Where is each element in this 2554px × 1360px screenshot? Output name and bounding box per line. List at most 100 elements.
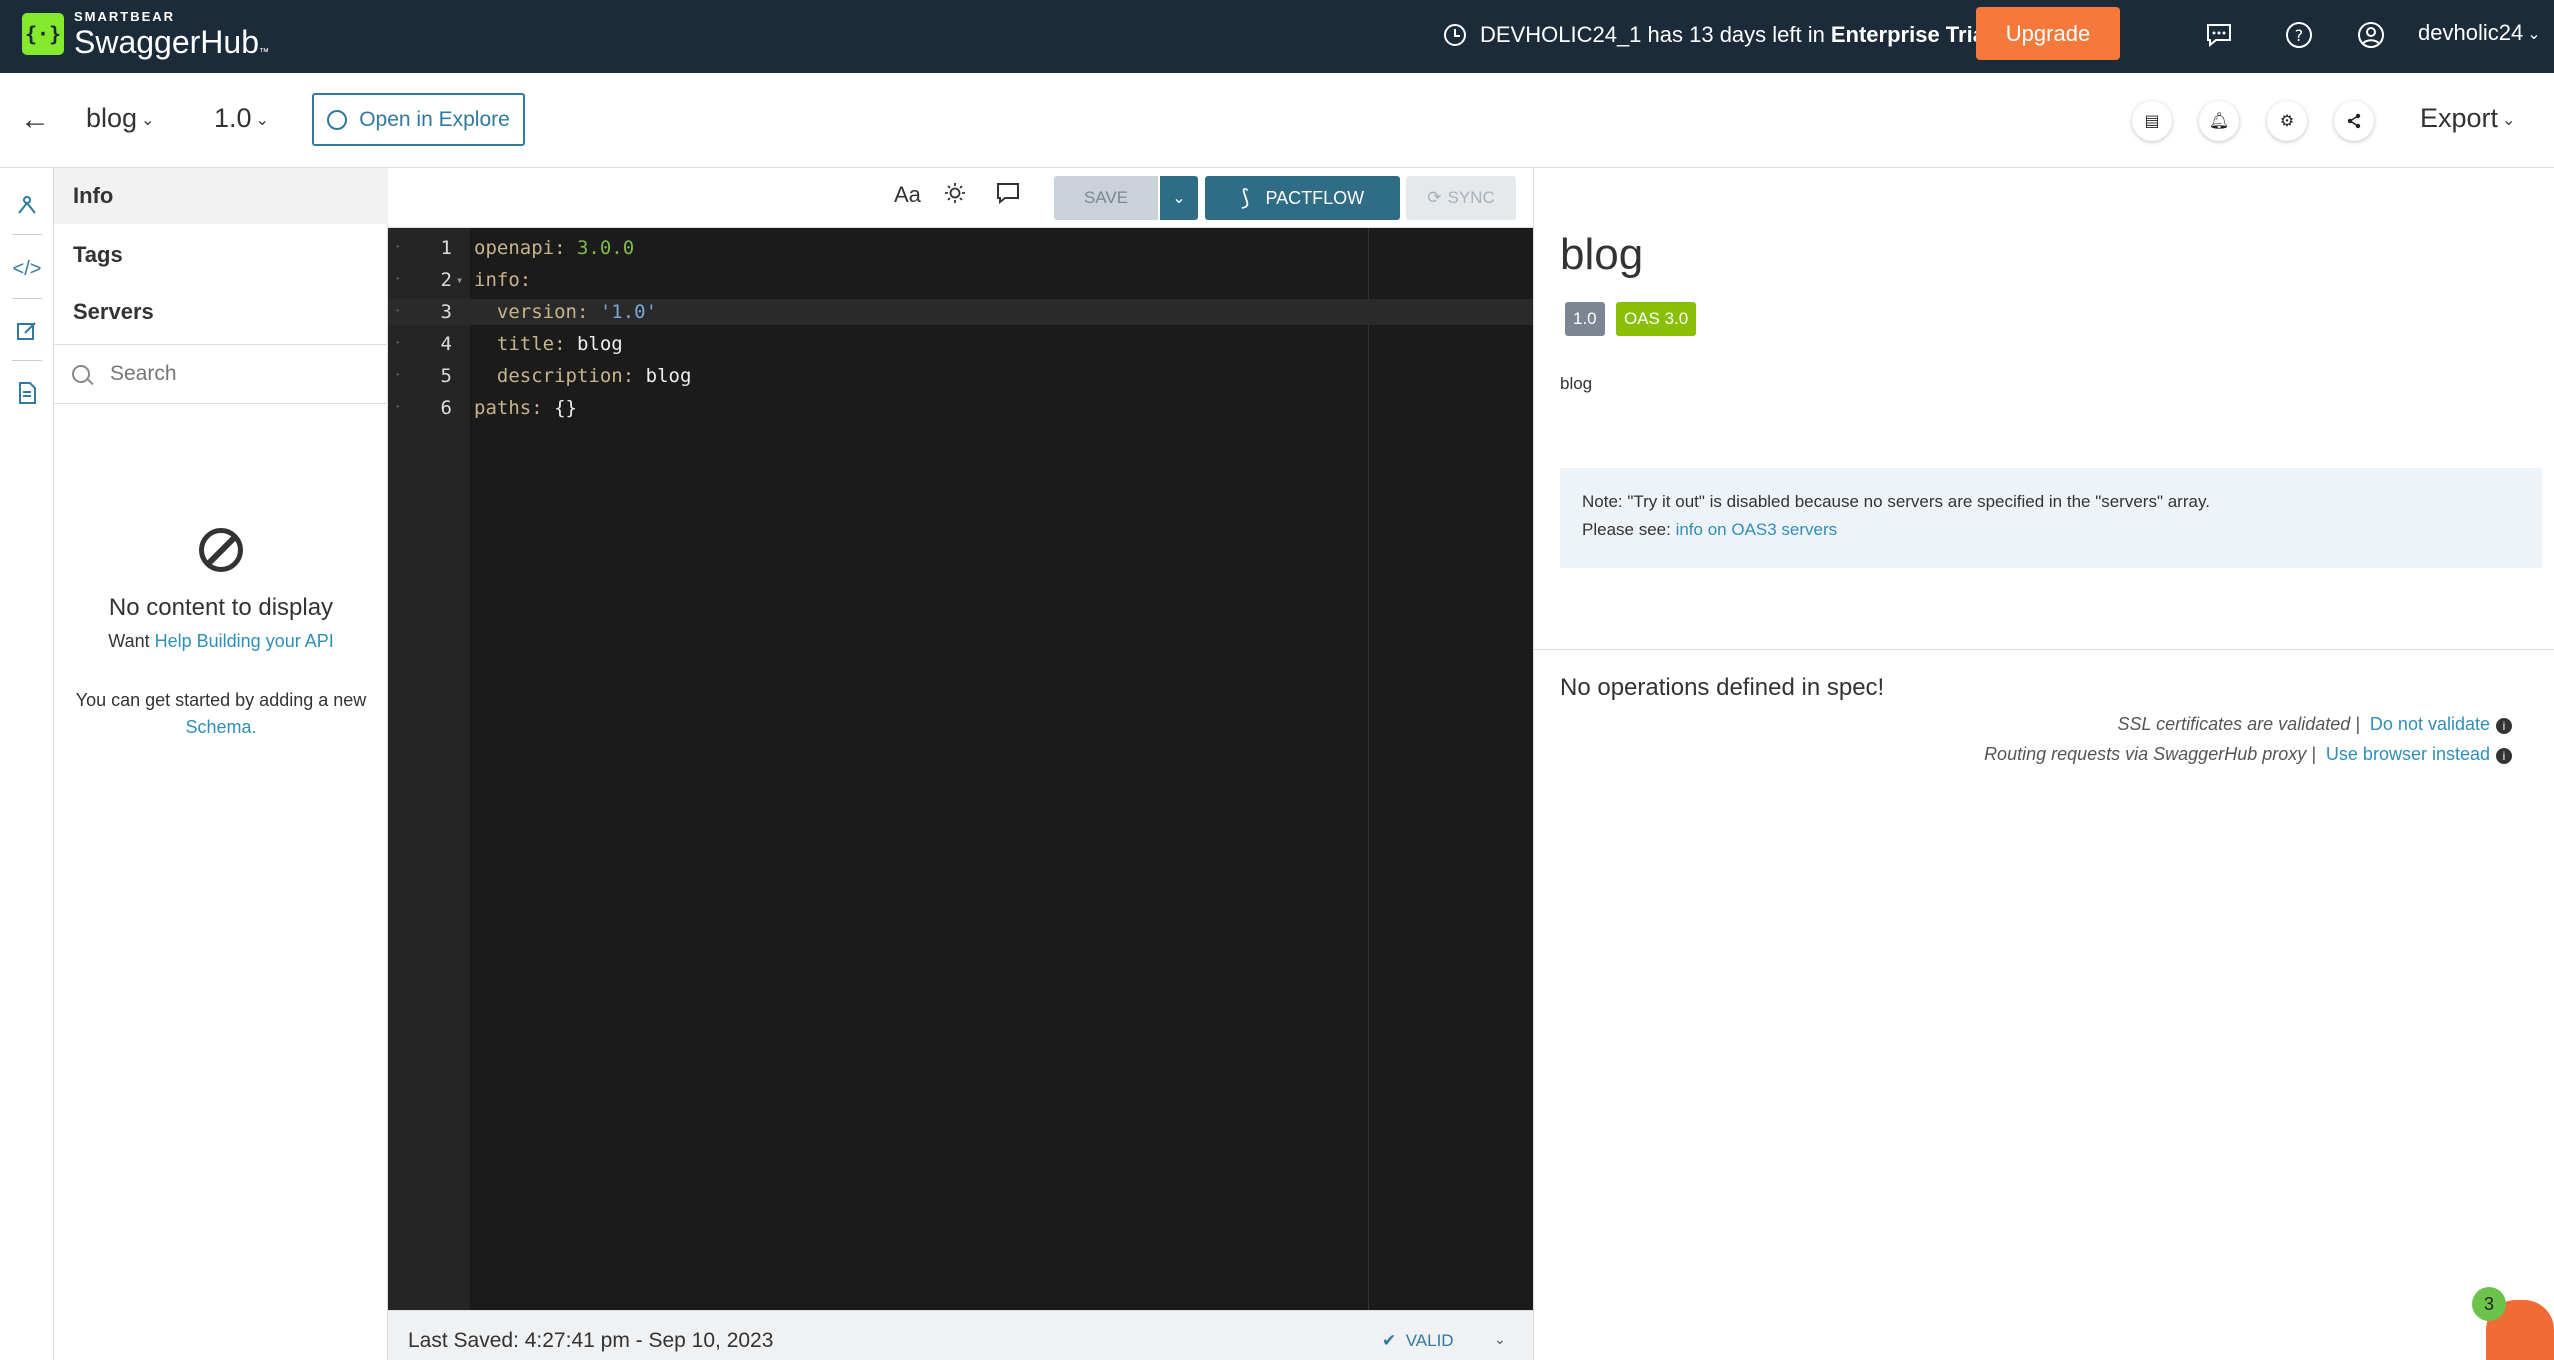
navigation-panel: Info Tags Servers No content to display … (54, 168, 388, 1360)
pactflow-button[interactable]: ⟆ PACTFLOW (1205, 176, 1400, 220)
nav-item-info[interactable]: Info (54, 168, 388, 224)
schema-link[interactable]: Schema (185, 717, 251, 737)
font-size-button[interactable]: Aa (894, 182, 921, 208)
export-menu[interactable]: Export ⌄ (2420, 103, 2515, 134)
search-icon (72, 365, 90, 383)
trial-text: DEVHOLIC24_1 has 13 days left in (1480, 22, 1825, 47)
svg-text:?: ? (2295, 26, 2304, 45)
api-name-dropdown[interactable]: blog ⌄ (86, 103, 154, 134)
code-line[interactable]: ⁺ 2 ▾ info: (388, 267, 1533, 293)
clock-icon (1444, 24, 1466, 46)
yaml-key: description: (496, 365, 635, 387)
version-badge: 1.0 (1565, 302, 1605, 336)
save-options-dropdown[interactable]: ⌄ (1160, 176, 1198, 220)
search-input[interactable] (110, 362, 370, 386)
pactflow-icon: ⟆ (1240, 185, 1250, 210)
design-icon[interactable] (14, 192, 40, 218)
chevron-down-icon: ⌄ (141, 111, 155, 129)
yaml-value: '1.0' (599, 301, 658, 323)
swaggerhub-logo-icon: {·} (22, 13, 64, 55)
nav-item-servers[interactable]: Servers (54, 284, 388, 340)
yaml-value: blog (645, 365, 692, 387)
editor-toolbar: Aa SAVE ⌄ ⟆ PACTFLOW ⟳ SYNC (388, 168, 1533, 228)
api-version-dropdown[interactable]: 1.0 ⌄ (214, 103, 269, 134)
do-not-validate-link[interactable]: Do not validate (2370, 714, 2490, 734)
upgrade-button[interactable]: Upgrade (1976, 7, 2120, 60)
no-operations-text: No operations defined in spec! (1560, 674, 1885, 701)
nav-search (54, 344, 388, 404)
servers-note: Note: "Try it out" is disabled because n… (1560, 468, 2542, 568)
validation-status[interactable]: ✔ VALID (1382, 1331, 1454, 1351)
top-navbar: {·} SMARTBEAR SwaggerHub™ DEVHOLIC24_1 h… (0, 0, 2554, 73)
user-avatar-icon[interactable] (2356, 20, 2386, 50)
code-icon[interactable]: </> (13, 256, 42, 282)
oas3-servers-link[interactable]: info on OAS3 servers (1676, 520, 1838, 539)
gear-icon[interactable]: ⚙ (2267, 101, 2307, 141)
api-description: blog (1560, 374, 1593, 393)
code-line[interactable]: ⁺ 4 title: blog (388, 331, 1533, 357)
comment-icon[interactable] (996, 182, 1020, 210)
sync-icon: ⟳ (1427, 188, 1442, 207)
yaml-key: version: (496, 301, 589, 323)
yaml-key: title: (496, 333, 566, 355)
trial-plan: Enterprise Trial (1830, 22, 1992, 47)
sync-button[interactable]: ⟳ SYNC (1406, 176, 1516, 220)
username-menu[interactable]: devholic24 ⌄ (2418, 20, 2541, 46)
editor-gutter (388, 228, 470, 1310)
yaml-key: paths: (474, 397, 543, 419)
yaml-key: info: (474, 269, 532, 291)
last-saved-text: Last Saved: 4:27:41 pm - Sep 10, 2023 (408, 1329, 774, 1352)
nav-item-tags[interactable]: Tags (54, 227, 388, 283)
theme-sun-icon[interactable] (944, 182, 966, 210)
chevron-down-icon[interactable]: ⌄ (1494, 1331, 1506, 1348)
share-icon[interactable] (2334, 101, 2374, 141)
chevron-down-icon: ⌄ (2502, 111, 2516, 129)
check-icon: ✔ (1382, 1331, 1397, 1350)
bell-icon[interactable]: 🔔︎ (2199, 101, 2239, 141)
use-browser-link[interactable]: Use browser instead (2326, 744, 2490, 764)
code-line[interactable]: ⁺ 1 openapi: 3.0.0 (388, 235, 1533, 261)
open-in-explore-button[interactable]: Open in Explore (312, 93, 525, 146)
chevron-down-icon: ⌄ (255, 111, 269, 129)
code-line[interactable]: ⁺ 3 version: '1.0' (388, 299, 1533, 325)
notification-badge[interactable]: 3 (2472, 1287, 2506, 1321)
api-title: blog (1560, 230, 1644, 279)
save-button[interactable]: SAVE (1054, 176, 1158, 220)
brand-small-text: SMARTBEAR (74, 9, 176, 24)
code-editor[interactable]: ⁺ 1 openapi: 3.0.0 ⁺ 2 ▾ info: ⁺ 3 version: '1.… (388, 228, 1533, 1310)
line-number: 4 (440, 333, 452, 355)
chat-icon[interactable] (2204, 20, 2234, 50)
trial-notice: DEVHOLIC24_1 has 13 days left in Enterpr… (1444, 22, 1991, 48)
back-arrow-icon[interactable]: ← (20, 103, 50, 137)
documentation-preview: blog 1.0 OAS 3.0 blog Note: "Try it out"… (1533, 168, 2554, 1360)
yaml-value: blog (576, 333, 623, 355)
oas-badge: OAS 3.0 (1616, 302, 1697, 336)
edit-icon[interactable] (14, 318, 40, 344)
proxy-setting: Routing requests via SwaggerHub proxy | U… (1984, 744, 2512, 765)
chevron-down-icon: ⌄ (2527, 26, 2541, 44)
yaml-value: {} (554, 397, 577, 419)
line-number: 1 (440, 237, 452, 259)
fold-arrow-icon[interactable]: ▾ (456, 267, 463, 293)
help-icon[interactable]: ? (2284, 20, 2314, 50)
docs-icon[interactable] (14, 380, 40, 406)
code-line[interactable]: ⁺ 5 description: blog (388, 363, 1533, 389)
info-icon[interactable]: i (2496, 718, 2512, 734)
code-line[interactable]: ⁺ 6 paths: {} (388, 395, 1533, 421)
compass-icon (327, 109, 348, 130)
brand-name: SwaggerHub™ (74, 24, 269, 60)
line-number: 6 (440, 397, 452, 419)
empty-title: No content to display (108, 594, 334, 621)
swaggerhub-logo[interactable]: {·} SMARTBEAR SwaggerHub™ (22, 10, 269, 58)
yaml-value: 3.0.0 (576, 237, 635, 259)
ban-icon (199, 528, 243, 572)
line-number: 3 (440, 301, 452, 323)
ssl-setting: SSL certificates are validated | Do not v… (2117, 714, 2512, 735)
left-icon-rail: </> (0, 168, 54, 1360)
info-icon[interactable]: i (2496, 748, 2512, 764)
document-icon[interactable]: ▤ (2132, 101, 2172, 141)
yaml-key: openapi: (474, 237, 566, 259)
help-building-api-link[interactable]: Help Building your API (155, 631, 334, 651)
chevron-down-icon: ⌄ (1172, 190, 1186, 207)
line-number: 2 (440, 269, 452, 291)
